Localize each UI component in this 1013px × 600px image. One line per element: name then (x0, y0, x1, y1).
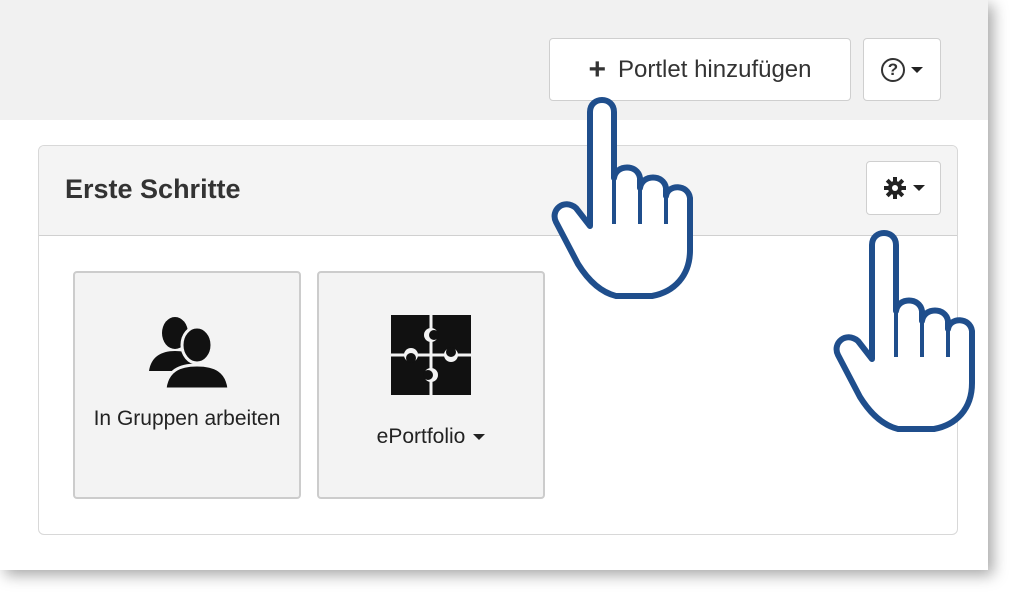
panel-settings-button[interactable] (866, 161, 941, 215)
question-circle-icon: ? (881, 57, 905, 82)
users-icon (149, 317, 229, 389)
tile-label-text: ePortfolio (376, 425, 466, 448)
caret-down-icon (911, 66, 923, 73)
pointer-hand-icon (551, 97, 693, 299)
panel-title: Erste Schritte (65, 174, 241, 204)
top-toolbar: + Portlet hinzufügen ? (0, 0, 988, 120)
caret-down-icon (473, 434, 486, 440)
plus-icon: + (588, 52, 607, 86)
gear-icon (883, 177, 906, 199)
tile-label: In Gruppen arbeiten (93, 407, 281, 430)
caret-down-icon (912, 185, 925, 191)
panel-header: Erste Schritte (39, 146, 957, 236)
puzzle-icon (391, 315, 471, 395)
add-portlet-label: Portlet hinzufügen (618, 55, 812, 83)
screenshot-frame: + Portlet hinzufügen ? Erste Schritte In… (0, 0, 988, 570)
pointer-hand-icon (833, 230, 975, 432)
tile-in-groups[interactable]: In Gruppen arbeiten (73, 271, 301, 499)
help-menu-button[interactable]: ? (863, 38, 941, 101)
first-steps-panel: Erste Schritte In Gruppen arbeiten ePort… (38, 145, 958, 535)
tile-eportfolio[interactable]: ePortfolio (317, 271, 545, 499)
tile-label: ePortfolio (329, 423, 533, 451)
